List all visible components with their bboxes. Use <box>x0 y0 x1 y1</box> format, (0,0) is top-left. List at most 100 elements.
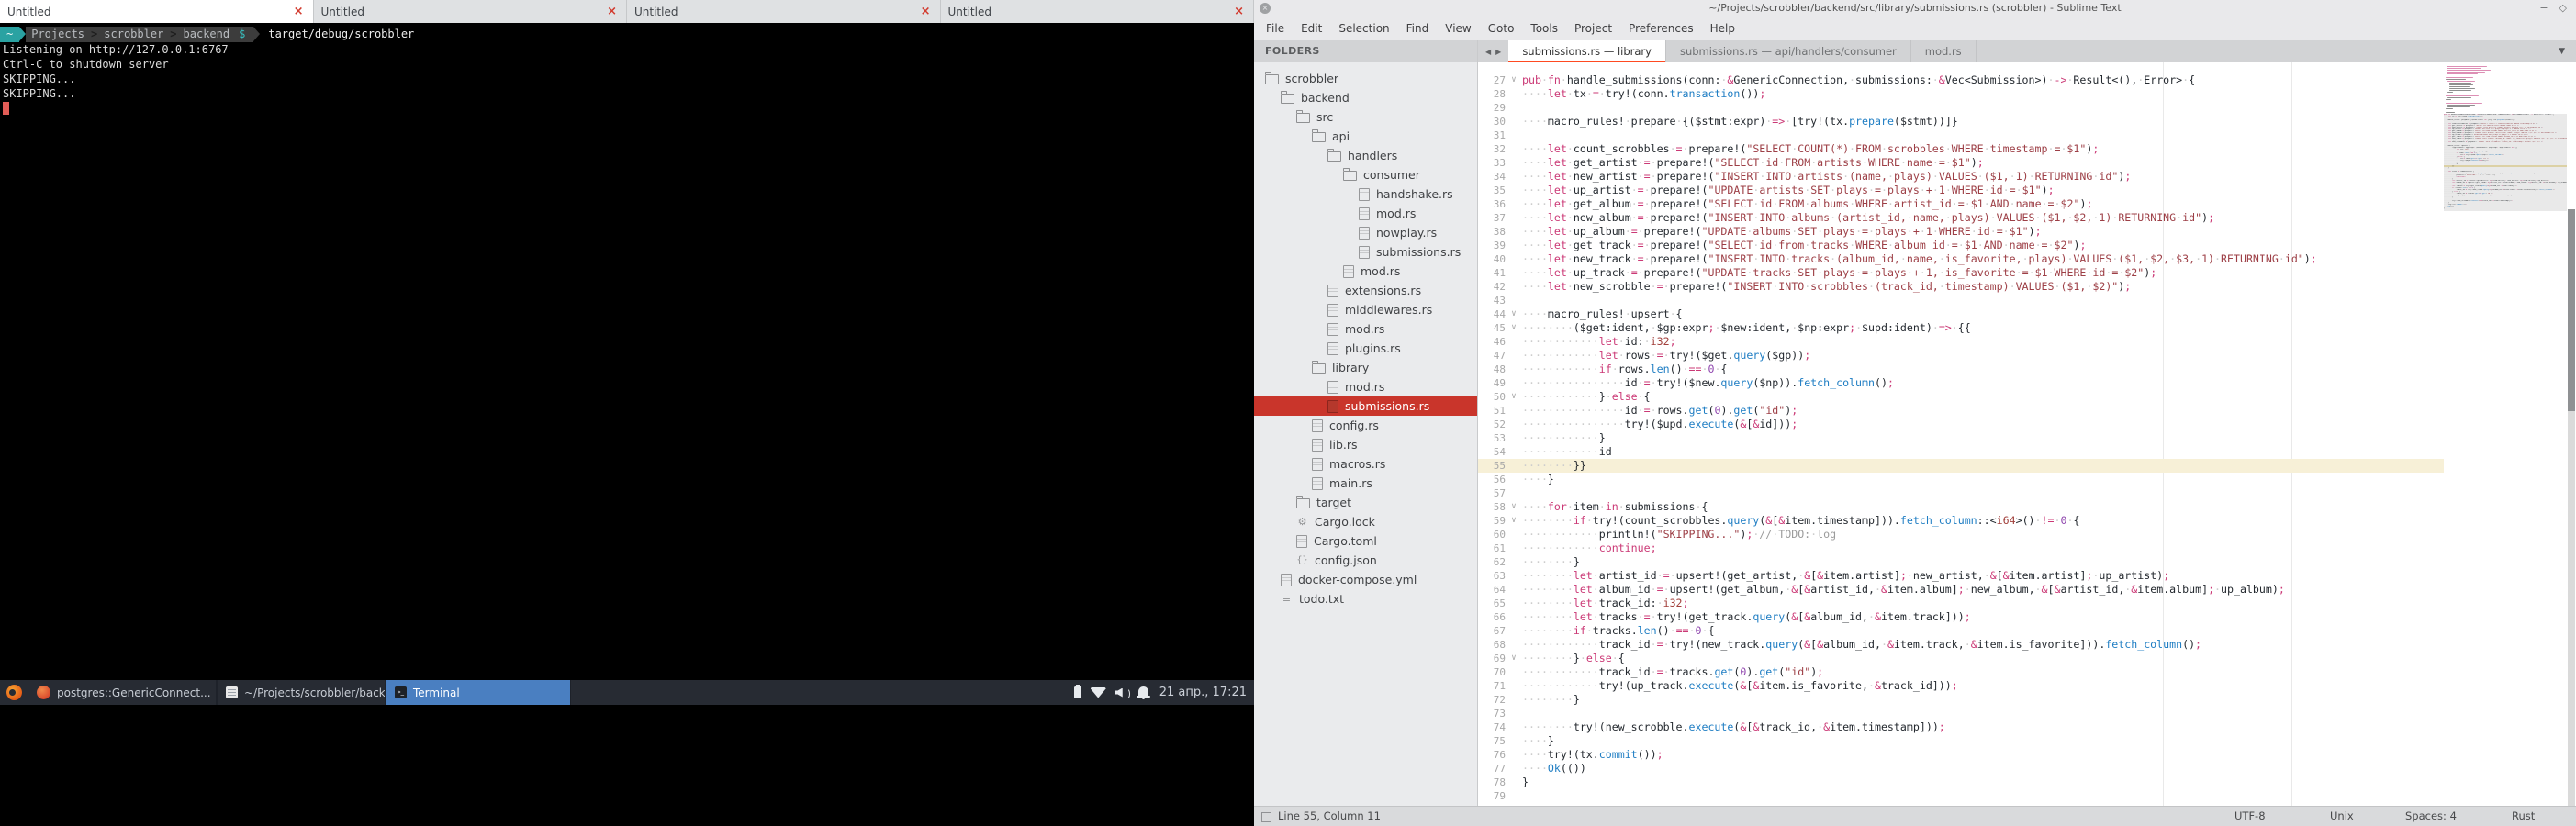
terminal-output-area[interactable]: ~ Projects>scrobbler>backend $ target/de… <box>0 23 1254 680</box>
tab-scroll-left-icon[interactable]: ◀ <box>1485 48 1491 56</box>
volume-icon[interactable] <box>1115 687 1129 698</box>
taskbar-window-button[interactable]: postgres::GenericConnect... <box>28 680 217 705</box>
sidebar-item-cargo-lock[interactable]: ⚙Cargo.lock <box>1254 512 1477 531</box>
terminal-tab[interactable]: Untitled× <box>627 0 941 23</box>
sidebar-item-handlers[interactable]: handlers <box>1254 146 1477 165</box>
line-number: 78 <box>1478 776 1506 789</box>
taskbar-window-button[interactable]: >_Terminal <box>386 680 571 705</box>
start-menu-button[interactable] <box>0 680 28 705</box>
sidebar-item-docker-compose-yml[interactable]: docker-compose.yml <box>1254 570 1477 589</box>
fold-arrow-icon[interactable]: ∨ <box>1506 390 1522 404</box>
fold-gutter <box>1506 541 1522 555</box>
sidebar-item-middlewares-rs[interactable]: middlewares.rs <box>1254 300 1477 319</box>
line-number: 33 <box>1478 156 1506 170</box>
sidebar-item-nowplay-rs[interactable]: nowplay.rs <box>1254 223 1477 242</box>
sidebar-item-mod-rs[interactable]: mod.rs <box>1254 262 1477 281</box>
sidebar-item-mod-rs[interactable]: mod.rs <box>1254 204 1477 223</box>
code-line: 65········let·track_id:·i32; <box>1478 597 2444 610</box>
menu-find[interactable]: Find <box>1398 22 1438 35</box>
wifi-icon[interactable] <box>1091 687 1106 698</box>
sidebar-item-mod-rs[interactable]: mod.rs <box>1254 319 1477 339</box>
fold-arrow-icon[interactable]: ∨ <box>1506 514 1522 528</box>
sidebar-item-config-json[interactable]: {}config.json <box>1254 551 1477 570</box>
sidebar-item-library[interactable]: library <box>1254 358 1477 377</box>
menu-preferences[interactable]: Preferences <box>1620 22 1702 35</box>
terminal-output-line: Ctrl-C to shutdown server <box>0 57 1254 72</box>
code-editor[interactable]: 27∨pub·fn·handle_submissions(conn:·&Gene… <box>1478 62 2576 806</box>
sidebar-item-src[interactable]: src <box>1254 107 1477 127</box>
maximize-icon[interactable]: ◇ <box>2559 0 2567 17</box>
close-icon[interactable]: × <box>1234 6 1244 17</box>
close-icon[interactable]: × <box>294 6 304 17</box>
sidebar-item-label: todo.txt <box>1299 592 1344 606</box>
vertical-scrollbar <box>2567 62 2576 806</box>
fold-arrow-icon[interactable]: ∨ <box>1506 73 1522 87</box>
fold-gutter <box>1506 693 1522 707</box>
minimap-viewport[interactable] <box>2444 114 2567 211</box>
fold-arrow-icon[interactable]: ∨ <box>1506 321 1522 335</box>
fold-arrow-icon[interactable]: ∨ <box>1506 500 1522 514</box>
sidebar-item-todo-txt[interactable]: ≡todo.txt <box>1254 589 1477 608</box>
terminal-tab[interactable]: Untitled × <box>314 0 628 23</box>
scrollbar-track[interactable] <box>2568 411 2575 806</box>
minimize-icon[interactable]: − <box>2539 0 2548 17</box>
menu-goto[interactable]: Goto <box>1480 22 1523 35</box>
battery-icon[interactable] <box>1074 686 1081 698</box>
close-icon[interactable]: × <box>921 6 931 17</box>
menu-edit[interactable]: Edit <box>1293 22 1330 35</box>
sidebar-item-scrobbler[interactable]: scrobbler <box>1254 69 1477 88</box>
taskbar-clock[interactable]: 21 апр., 17:21 <box>1159 686 1247 699</box>
menu-file[interactable]: File <box>1258 22 1293 35</box>
tab-overflow-icon[interactable]: ▼ <box>2559 40 2576 62</box>
fold-gutter <box>1506 197 1522 211</box>
sidebar-item-api[interactable]: api <box>1254 127 1477 146</box>
menu-project[interactable]: Project <box>1566 22 1620 35</box>
line-number: 65 <box>1478 597 1506 610</box>
sidebar-item-submissions-rs[interactable]: submissions.rs <box>1254 396 1477 416</box>
editor-tabs: submissions.rs — librarysubmissions.rs —… <box>1508 40 1976 62</box>
taskbar-window-button[interactable]: ~/Projects/scrobbler/back... <box>217 680 386 705</box>
sidebar-item-consumer[interactable]: consumer <box>1254 165 1477 184</box>
code-text: ············track_id·=·tracks.get(0).get… <box>1522 665 2444 679</box>
sidebar-item-handshake-rs[interactable]: handshake.rs <box>1254 184 1477 204</box>
fold-gutter <box>1506 294 1522 307</box>
terminal-tab[interactable]: Untitled× <box>0 0 314 23</box>
notifications-icon[interactable] <box>1138 686 1148 696</box>
sidebar-item-target[interactable]: target <box>1254 493 1477 512</box>
sidebar-item-lib-rs[interactable]: lib.rs <box>1254 435 1477 454</box>
terminal-tab[interactable]: Untitled× <box>941 0 1255 23</box>
close-icon[interactable]: × <box>607 6 617 17</box>
sidebar-item-extensions-rs[interactable]: extensions.rs <box>1254 281 1477 300</box>
editor-tab[interactable]: mod.rs <box>1911 40 1977 62</box>
window-icon[interactable]: × <box>1260 3 1271 14</box>
sidebar-item-mod-rs[interactable]: mod.rs <box>1254 377 1477 396</box>
minimap-line <box>2447 73 2478 74</box>
sidebar-item-plugins-rs[interactable]: plugins.rs <box>1254 339 1477 358</box>
status-console-icon[interactable] <box>1261 812 1271 822</box>
menu-tools[interactable]: Tools <box>1522 22 1566 35</box>
sidebar-item-backend[interactable]: backend <box>1254 88 1477 107</box>
fold-gutter <box>1506 431 1522 445</box>
terminal-tab-label: Untitled <box>321 6 364 18</box>
code-text: ····let·new_scrobble·=·prepare!("INSERT·… <box>1522 280 2444 294</box>
sidebar-item-submissions-rs[interactable]: submissions.rs <box>1254 242 1477 262</box>
editor-tab[interactable]: submissions.rs — api/handlers/consumer <box>1666 40 1911 62</box>
indent-setting[interactable]: Spaces: 4 <box>2405 807 2457 826</box>
sidebar-item-config-rs[interactable]: config.rs <box>1254 416 1477 435</box>
sidebar-item-cargo-toml[interactable]: Cargo.toml <box>1254 531 1477 551</box>
sidebar-item-macros-rs[interactable]: macros.rs <box>1254 454 1477 474</box>
menu-help[interactable]: Help <box>1702 22 1743 35</box>
window-title-bar[interactable]: × ~/Projects/scrobbler/backend/src/libra… <box>1254 0 2576 17</box>
menu-selection[interactable]: Selection <box>1330 22 1397 35</box>
scrollbar-handle[interactable] <box>2568 209 2575 411</box>
code-line: 37····let·new_album·=·prepare!("INSERT·I… <box>1478 211 2444 225</box>
fold-gutter <box>1506 252 1522 266</box>
editor-tab[interactable]: submissions.rs — library <box>1508 40 1666 62</box>
minimap[interactable]: pub·fn·handle_submissions(conn:·&Generic… <box>2444 62 2567 806</box>
menu-view[interactable]: View <box>1437 22 1479 35</box>
fold-arrow-icon[interactable]: ∨ <box>1506 307 1522 321</box>
sidebar-item-main-rs[interactable]: main.rs <box>1254 474 1477 493</box>
fold-arrow-icon[interactable]: ∨ <box>1506 652 1522 665</box>
syntax-selector[interactable]: Rust <box>2512 807 2535 826</box>
tab-scroll-right-icon[interactable]: ▶ <box>1495 48 1501 56</box>
